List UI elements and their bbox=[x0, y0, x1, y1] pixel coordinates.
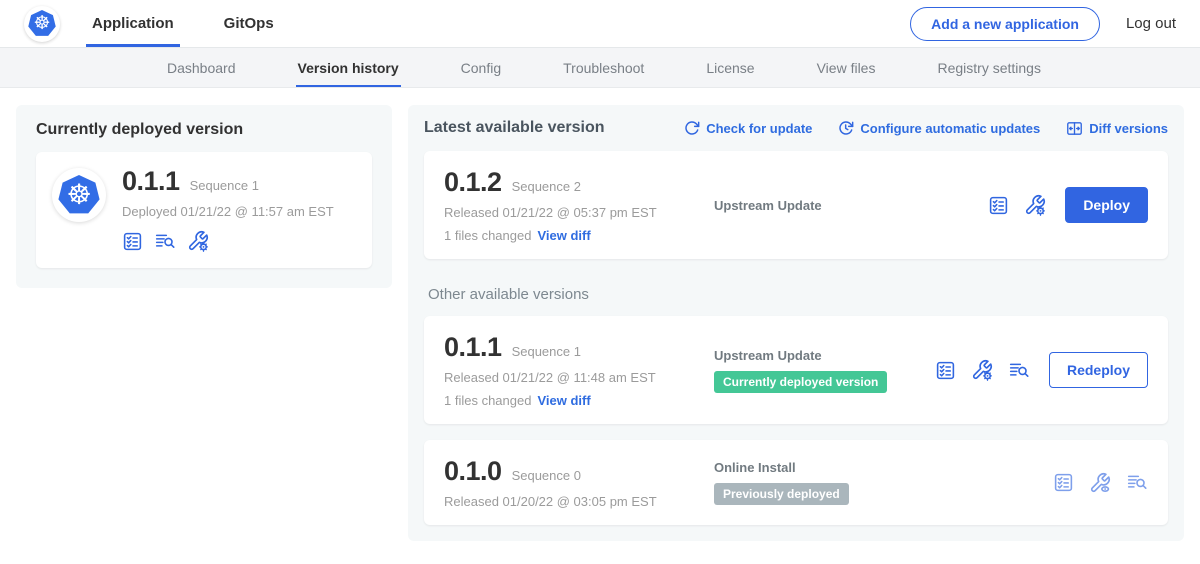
view-logs-icon[interactable] bbox=[1126, 472, 1148, 493]
other-versions-title: Other available versions bbox=[428, 286, 1168, 303]
diff-versions-link[interactable]: Diff versions bbox=[1066, 120, 1168, 137]
version-number: 0.1.0 bbox=[444, 456, 502, 487]
check-for-update-link[interactable]: Check for update bbox=[684, 120, 812, 136]
logout-button[interactable]: Log out bbox=[1126, 15, 1176, 32]
released-timestamp: Released 01/21/22 @ 11:48 am EST bbox=[444, 370, 700, 385]
subnav-config[interactable]: Config bbox=[459, 48, 503, 87]
app-header: ☸ Application GitOps Add a new applicati… bbox=[0, 0, 1200, 48]
sequence-label: Sequence 2 bbox=[512, 179, 581, 194]
kubernetes-logo: ☸ bbox=[24, 6, 60, 42]
redeploy-button[interactable]: Redeploy bbox=[1049, 352, 1148, 388]
helm-wheel-icon: ☸ bbox=[33, 14, 50, 33]
version-source-label: Upstream Update bbox=[714, 198, 988, 213]
deployed-timestamp: Deployed 01/21/22 @ 11:57 am EST bbox=[122, 204, 334, 219]
check-for-update-label: Check for update bbox=[706, 121, 812, 136]
configure-automatic-updates-link[interactable]: Configure automatic updates bbox=[838, 120, 1040, 136]
release-notes-icon[interactable] bbox=[122, 231, 143, 252]
view-diff-link[interactable]: View diff bbox=[537, 393, 590, 408]
release-notes-icon[interactable] bbox=[1053, 472, 1074, 493]
deploy-button[interactable]: Deploy bbox=[1065, 187, 1148, 223]
version-row-0-1-0: 0.1.0 Sequence 0 Released 01/20/22 @ 03:… bbox=[424, 440, 1168, 525]
version-number: 0.1.2 bbox=[444, 167, 502, 198]
previously-deployed-badge: Previously deployed bbox=[714, 483, 849, 505]
latest-version-title: Latest available version bbox=[424, 119, 605, 137]
view-logs-icon[interactable] bbox=[1008, 360, 1030, 381]
view-diff-link[interactable]: View diff bbox=[537, 228, 590, 243]
subnav-registry-settings[interactable]: Registry settings bbox=[935, 48, 1042, 87]
tab-gitops[interactable]: GitOps bbox=[218, 0, 280, 47]
helm-wheel-icon: ☸ bbox=[66, 181, 91, 209]
release-notes-icon[interactable] bbox=[935, 360, 956, 381]
edit-config-icon[interactable] bbox=[187, 230, 209, 252]
release-notes-icon[interactable] bbox=[988, 195, 1009, 216]
deployed-version-number: 0.1.1 bbox=[122, 166, 180, 197]
files-changed-label: 1 files changed bbox=[444, 393, 531, 408]
main-content: Currently deployed version ☸ 0.1.1 Seque… bbox=[0, 88, 1200, 558]
view-config-icon[interactable] bbox=[1089, 472, 1111, 494]
app-logo: ☸ bbox=[52, 168, 106, 222]
subnav-troubleshoot[interactable]: Troubleshoot bbox=[561, 48, 646, 87]
sequence-label: Sequence 1 bbox=[512, 344, 581, 359]
view-logs-icon[interactable] bbox=[154, 231, 176, 252]
app-subnav: Dashboard Version history Config Trouble… bbox=[0, 48, 1200, 88]
deployed-version-card: ☸ 0.1.1 Sequence 1 Deployed 01/21/22 @ 1… bbox=[36, 152, 372, 268]
released-timestamp: Released 01/21/22 @ 05:37 pm EST bbox=[444, 205, 700, 220]
diff-icon bbox=[1066, 120, 1083, 137]
currently-deployed-badge: Currently deployed version bbox=[714, 371, 887, 393]
subnav-dashboard[interactable]: Dashboard bbox=[165, 48, 238, 87]
edit-config-icon[interactable] bbox=[1024, 194, 1046, 216]
version-source-label: Online Install bbox=[714, 460, 1053, 475]
currently-deployed-title: Currently deployed version bbox=[36, 121, 372, 139]
files-changed-label: 1 files changed bbox=[444, 228, 531, 243]
configure-automatic-updates-label: Configure automatic updates bbox=[860, 121, 1040, 136]
tab-application[interactable]: Application bbox=[86, 0, 180, 47]
diff-versions-label: Diff versions bbox=[1089, 121, 1168, 136]
subnav-view-files[interactable]: View files bbox=[815, 48, 878, 87]
clock-rotate-icon bbox=[838, 120, 854, 136]
version-row-0-1-2: 0.1.2 Sequence 2 Released 01/21/22 @ 05:… bbox=[424, 151, 1168, 259]
sequence-label: Sequence 0 bbox=[512, 468, 581, 483]
deployed-sequence-label: Sequence 1 bbox=[190, 178, 259, 193]
subnav-license[interactable]: License bbox=[704, 48, 756, 87]
version-history-panel: Latest available version Check for updat… bbox=[408, 105, 1184, 541]
version-row-0-1-1: 0.1.1 Sequence 1 Released 01/21/22 @ 11:… bbox=[424, 316, 1168, 424]
header-tabs: Application GitOps bbox=[86, 0, 318, 47]
subnav-version-history[interactable]: Version history bbox=[296, 48, 401, 87]
released-timestamp: Released 01/20/22 @ 03:05 pm EST bbox=[444, 494, 700, 509]
edit-config-icon[interactable] bbox=[971, 359, 993, 381]
add-application-button[interactable]: Add a new application bbox=[910, 7, 1100, 41]
version-source-label: Upstream Update bbox=[714, 348, 935, 363]
currently-deployed-panel: Currently deployed version ☸ 0.1.1 Seque… bbox=[16, 105, 392, 288]
version-number: 0.1.1 bbox=[444, 332, 502, 363]
refresh-icon bbox=[684, 120, 700, 136]
